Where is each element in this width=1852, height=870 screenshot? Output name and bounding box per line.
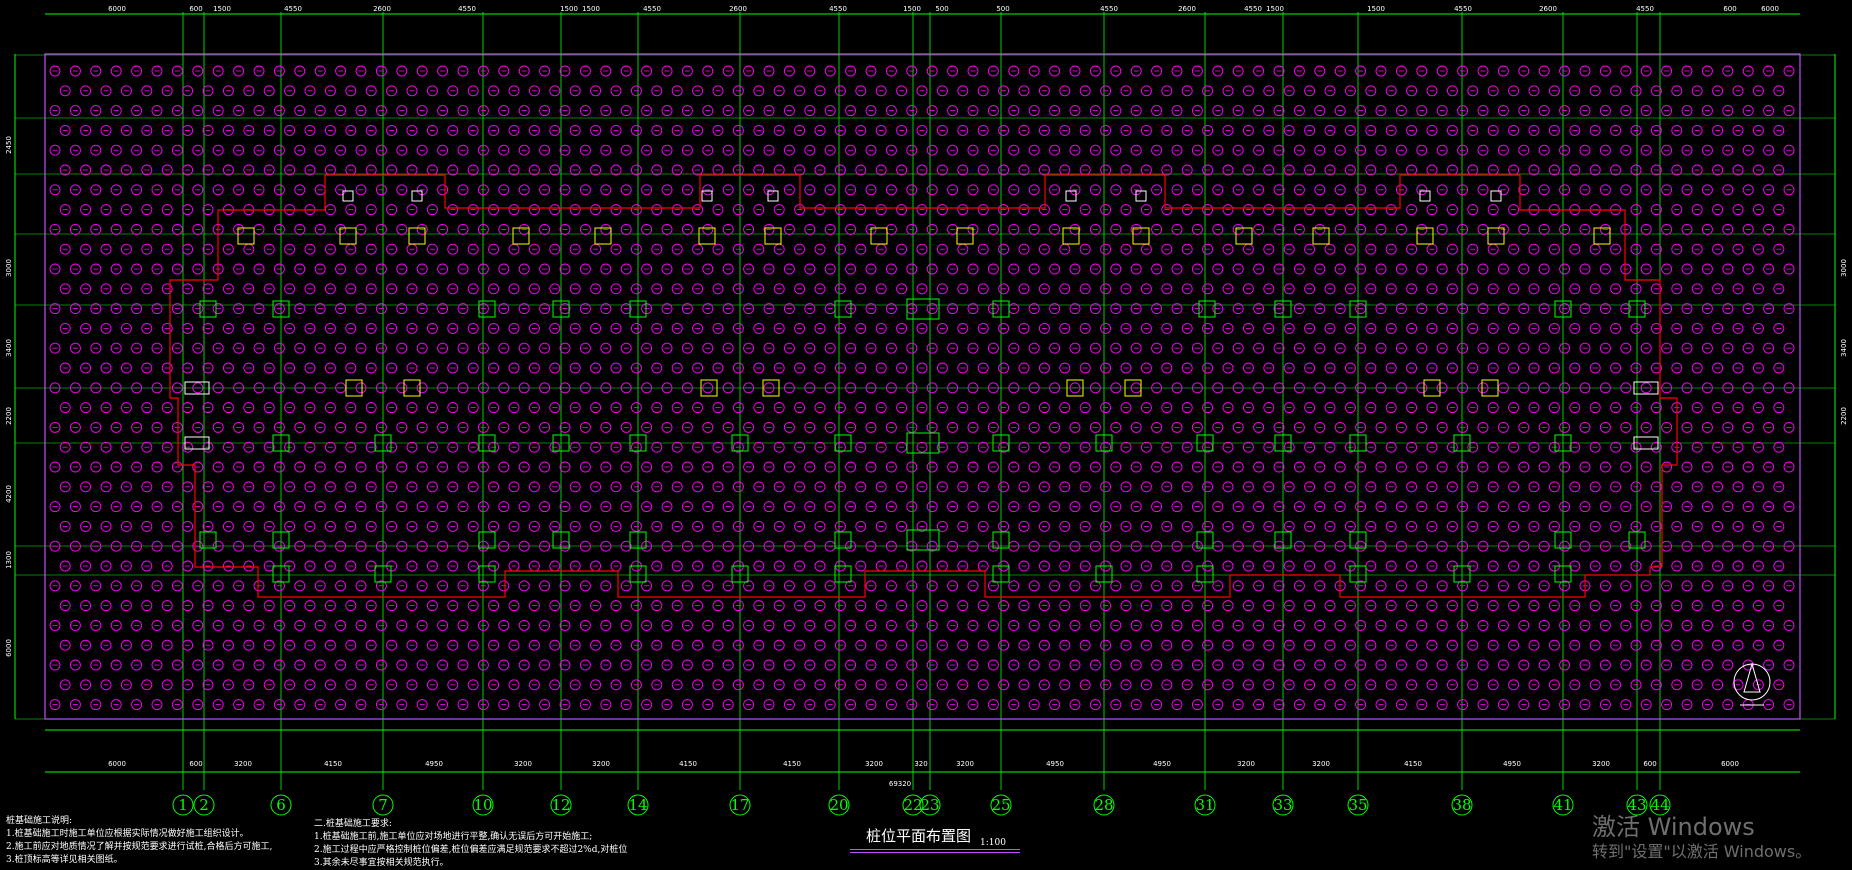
top-dimension-label: 2600 [729,5,747,13]
top-dimension-label: 2600 [1539,5,1557,13]
top-dimension-label: 1500 [213,5,231,13]
top-dimension-label: 1500 [560,5,578,13]
bottom-dimension-label: 4150 [783,760,801,768]
bottom-dimension-label: 4950 [1503,760,1521,768]
top-dimension-label: 4550 [829,5,847,13]
top-dimension-label: 4550 [1100,5,1118,13]
bottom-dimension-label: 3200 [234,760,252,768]
left-dimension-label: 6000 [5,639,13,657]
bottom-dimension-label: 320 [914,760,927,768]
top-dimension-label: 6000 [1761,5,1779,13]
bottom-dimension-label: 4950 [1153,760,1171,768]
top-dimension-label: 4550 [1636,5,1654,13]
bottom-dimension-label: 3200 [1312,760,1330,768]
top-dimension-label: 4550 [643,5,661,13]
bottom-dimension-label: 4150 [679,760,697,768]
bottom-dimension-label: 3200 [956,760,974,768]
bottom-dimension-label: 600 [189,760,202,768]
background [0,0,1852,863]
bottom-dimension-label: 3200 [1237,760,1255,768]
bottom-dimension-label: 3200 [865,760,883,768]
bottom-total-label: 69320 [889,780,911,788]
top-dimension-label: 4550 [458,5,476,13]
left-dimension-label: 2200 [5,407,13,425]
left-dimension-label: 4200 [5,485,13,503]
bottom-dimension-label: 3200 [1592,760,1610,768]
left-dimension-label: 3400 [5,339,13,357]
top-dimension-label: 1500 [1266,5,1284,13]
right-dimension-label: 3000 [1840,259,1848,277]
bottom-dimension-label: 4950 [425,760,443,768]
left-dimension-label: 1300 [5,551,13,569]
top-dimension-label: 2600 [373,5,391,13]
bottom-dimension-label: 6000 [1721,760,1739,768]
left-dimension-label: 2450 [5,136,13,154]
bottom-dimension-label: 4150 [1404,760,1422,768]
pile-layout-drawing: 6000 600 1500 4550 2600 4550 1500 1500 4550 2600 4… [0,0,1852,863]
top-dimension-label: 500 [935,5,948,13]
right-dimension-label: 2200 [1840,407,1848,425]
right-dimension-label: 3400 [1840,339,1848,357]
bottom-dimension-label: 4950 [1046,760,1064,768]
left-dimension-label: 3000 [5,259,13,277]
bottom-dimension-label: 4150 [324,760,342,768]
top-dimension-label: 500 [996,5,1009,13]
top-dimension-label: 6000 [108,5,126,13]
top-dimension-label: 4550 [1454,5,1472,13]
top-dimension-label: 600 [189,5,202,13]
bottom-dimension-label: 600 [1643,760,1656,768]
top-dimension-label: 1500 [1367,5,1385,13]
bottom-dimension-label: 3200 [592,760,610,768]
top-dimension-label: 4550 [284,5,302,13]
bottom-dimension-label: 3200 [514,760,532,768]
top-dimension-label: 600 [1723,5,1736,13]
top-dimension-label: 4550 [1244,5,1262,13]
bottom-dimension-label: 6000 [108,760,126,768]
top-dimension-label: 1500 [903,5,921,13]
top-dimension-label: 2600 [1178,5,1196,13]
top-dimension-label: 1500 [582,5,600,13]
